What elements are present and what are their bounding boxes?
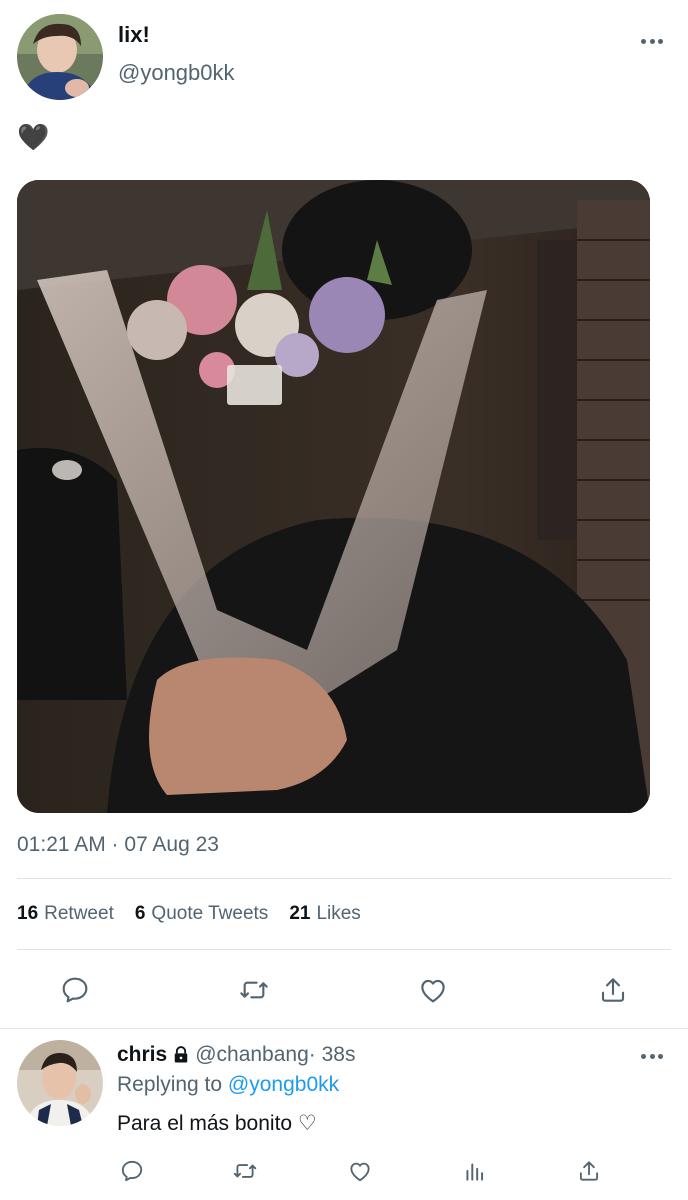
quotes-count: 6 (134, 903, 146, 924)
tweet-text: 🖤 (17, 122, 50, 152)
lock-icon (174, 1046, 188, 1063)
retweets-label: Retweet (44, 903, 114, 924)
analytics-icon (466, 1163, 484, 1181)
author-handle[interactable]: @yongb0kk (118, 60, 235, 86)
like-icon (350, 1162, 370, 1182)
tweet-timestamp[interactable]: 01:21 AM · 07 Aug 23 (17, 833, 219, 857)
likes-count: 21 (289, 903, 311, 924)
reply-icon (121, 1160, 143, 1182)
share-icon (601, 978, 625, 1002)
retweet-button[interactable] (236, 972, 272, 1008)
retweet-icon (233, 1164, 257, 1178)
reply-icon (62, 977, 88, 1003)
share-icon (579, 1161, 599, 1181)
retweet-icon (240, 981, 268, 999)
more-options-icon[interactable] (641, 33, 663, 49)
reply-text: Para el más bonito ♡ (117, 1112, 317, 1135)
dot (641, 1053, 646, 1059)
reply-author-handle[interactable]: @chanbang (195, 1043, 309, 1067)
reply-author-avatar[interactable] (17, 1040, 103, 1126)
share-button[interactable] (595, 972, 631, 1008)
likes-label: Likes (316, 903, 361, 924)
divider (17, 949, 671, 950)
tweet-photo[interactable] (17, 180, 650, 813)
dot (649, 38, 655, 44)
reply-retweet-button[interactable] (230, 1156, 260, 1186)
reply-author-name[interactable]: chris (117, 1043, 167, 1067)
reply-button[interactable] (57, 972, 93, 1008)
retweets-count: 16 (17, 903, 39, 924)
author-avatar[interactable] (17, 14, 103, 100)
reply-time[interactable]: · 38s (309, 1043, 356, 1067)
likes-stat[interactable]: 21 Likes (289, 903, 361, 925)
reply-share-button[interactable] (574, 1156, 604, 1186)
like-icon (421, 979, 445, 1003)
reply-header: chris @chanbang · 38s (117, 1043, 355, 1067)
tweet-stats: 16 Retweet 6 Quote Tweets 21 Likes (17, 903, 382, 925)
replying-to-line: Replying to @yongb0kk (117, 1073, 339, 1097)
quotes-label: Quote Tweets (151, 903, 269, 924)
more-options-icon[interactable] (641, 1048, 663, 1064)
dot (658, 1053, 663, 1059)
dot (658, 38, 663, 44)
reply-reply-button[interactable] (117, 1156, 147, 1186)
reply-analytics-button[interactable] (460, 1156, 490, 1186)
quotes-stat[interactable]: 6 Quote Tweets (135, 903, 268, 925)
reply-like-button[interactable] (345, 1156, 375, 1186)
author-name[interactable]: lix! (118, 22, 150, 48)
divider (17, 878, 671, 879)
divider (0, 1028, 688, 1029)
replying-to-link[interactable]: @yongb0kk (228, 1073, 339, 1096)
like-button[interactable] (415, 972, 451, 1008)
replying-prefix: Replying to (117, 1073, 228, 1096)
dot (649, 1053, 655, 1059)
dot (641, 38, 646, 44)
retweets-stat[interactable]: 16 Retweet (17, 903, 114, 925)
